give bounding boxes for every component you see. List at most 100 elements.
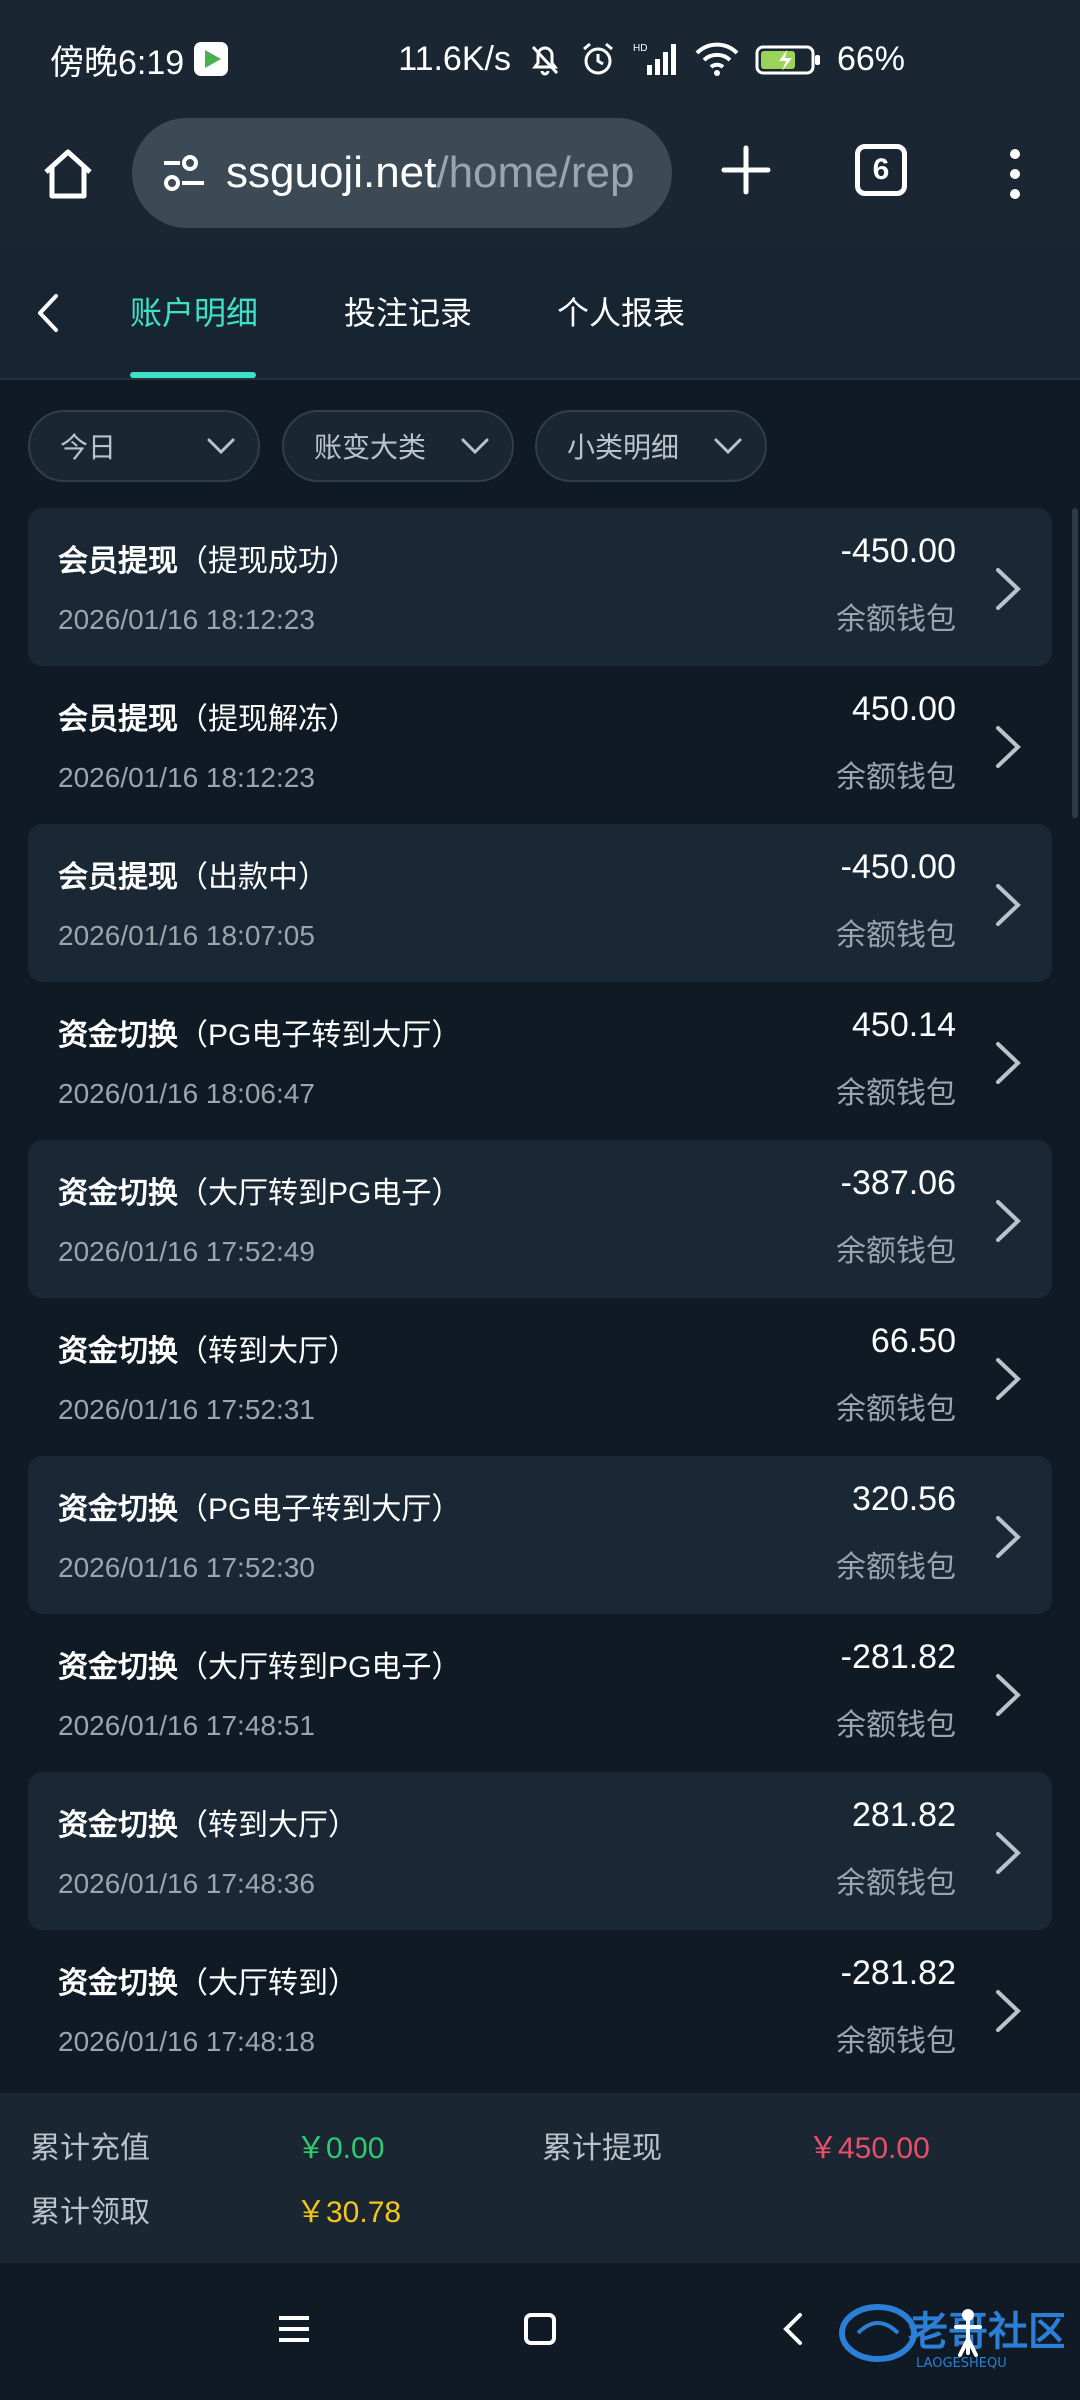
transaction-row[interactable]: 会员提现（提现成功） 2026/01/16 18:12:23 -450.00 余…: [28, 508, 1052, 666]
transaction-list: 会员提现（提现成功） 2026/01/16 18:12:23 -450.00 余…: [0, 508, 1080, 2093]
tab-bet-records[interactable]: 投注记录: [344, 288, 472, 334]
transaction-detail: （转到大厅）: [178, 1809, 358, 1842]
transaction-row[interactable]: 会员提现（出款中） 2026/01/16 18:07:05 -450.00 余额…: [28, 824, 1052, 982]
transaction-category: 资金切换: [58, 1177, 178, 1210]
chevron-down-icon: [714, 438, 742, 455]
transaction-wallet: 余额钱包: [836, 1077, 956, 1110]
transaction-datetime: 2026/01/16 17:48:18: [58, 2026, 315, 2057]
chevron-right-icon: [996, 1042, 1021, 1084]
chevron-right-icon: [996, 568, 1021, 610]
filter-date-label: 今日: [60, 432, 117, 463]
transaction-wallet: 余额钱包: [836, 1867, 956, 1900]
chevron-right-icon: [996, 1200, 1021, 1242]
back-button[interactable]: [28, 288, 68, 338]
transaction-wallet: 余额钱包: [836, 2025, 956, 2058]
transaction-row[interactable]: 资金切换（大厅转到PG电子） 2026/01/16 17:52:49 -387.…: [28, 1140, 1052, 1298]
filter-subcategory[interactable]: 小类明细: [535, 410, 767, 482]
recharge-total-value: ￥0.00: [296, 2132, 385, 2165]
transaction-detail: （PG电子转到大厅）: [178, 1493, 462, 1526]
address-bar[interactable]: ssguoji.net/home/rep: [132, 118, 672, 228]
page-tab-bar: 账户明细 投注记录 个人报表: [0, 248, 1080, 380]
recents-menu-icon[interactable]: [276, 2311, 312, 2347]
transaction-amount: 66.50: [870, 1322, 956, 1360]
home-square-icon[interactable]: [522, 2311, 558, 2347]
battery-level: 66%: [836, 39, 906, 78]
home-button[interactable]: [38, 144, 98, 204]
signal-icon: HD: [633, 41, 679, 77]
url-path: /home/rep: [436, 148, 635, 197]
net-speed: 11.6K/s: [398, 39, 511, 78]
transaction-category: 资金切换: [58, 1493, 178, 1526]
transaction-category: 会员提现: [58, 703, 178, 736]
transaction-row[interactable]: 会员提现（提现解冻） 2026/01/16 18:12:23 450.00 余额…: [28, 666, 1052, 824]
withdraw-total-value: ￥450.00: [808, 2132, 930, 2165]
url-host: ssguoji.net: [226, 148, 437, 197]
battery-icon: [755, 41, 821, 77]
system-nav-bar: 老哥社区 LAOGESHEQU: [0, 2263, 1080, 2400]
transaction-detail: （PG电子转到大厅）: [178, 1019, 462, 1052]
laoge-watermark-logo: 老哥社区 LAOGESHEQU: [839, 2304, 1064, 2371]
transaction-category: 资金切换: [58, 1019, 178, 1052]
mute-bell-icon: [527, 41, 563, 77]
transaction-category: 资金切换: [58, 1967, 178, 2000]
site-settings-icon[interactable]: [160, 151, 208, 195]
tab-personal-report[interactable]: 个人报表: [557, 288, 685, 334]
home-icon: [44, 149, 92, 199]
chevron-down-icon: [207, 438, 235, 455]
transaction-detail: （大厅转到PG电子）: [178, 1177, 462, 1210]
transaction-category: 资金切换: [58, 1809, 178, 1842]
filter-category[interactable]: 账变大类: [282, 410, 514, 482]
transaction-datetime: 2026/01/16 18:06:47: [58, 1078, 315, 1109]
chevron-right-icon: [996, 726, 1021, 768]
active-tab-indicator: [130, 372, 256, 378]
transaction-amount: 450.00: [852, 690, 956, 728]
transaction-datetime: 2026/01/16 18:12:23: [58, 604, 315, 635]
transaction-category: 会员提现: [58, 545, 178, 578]
transaction-amount: -450.00: [840, 532, 956, 570]
transaction-amount: -281.82: [840, 1638, 956, 1676]
svg-text:LAOGESHEQU: LAOGESHEQU: [916, 2356, 1007, 2371]
chevron-right-icon: [996, 1358, 1021, 1400]
chevron-right-icon: [996, 1516, 1021, 1558]
transaction-row[interactable]: 资金切换（PG电子转到大厅） 2026/01/16 17:52:30 320.5…: [28, 1456, 1052, 1614]
transaction-datetime: 2026/01/16 17:52:31: [58, 1394, 315, 1425]
transaction-row[interactable]: 资金切换（转到大厅） 2026/01/16 17:48:36 281.82 余额…: [28, 1772, 1052, 1930]
transaction-row[interactable]: 资金切换（PG电子转到大厅） 2026/01/16 18:06:47 450.1…: [28, 982, 1052, 1140]
transaction-wallet: 余额钱包: [836, 1551, 956, 1584]
transaction-wallet: 余额钱包: [836, 1235, 956, 1268]
transaction-row[interactable]: 资金切换（转到大厅） 2026/01/16 17:52:31 66.50 余额钱…: [28, 1298, 1052, 1456]
transaction-amount: 450.14: [852, 1006, 956, 1044]
transaction-detail: （出款中）: [178, 861, 328, 894]
filter-bar: 今日 账变大类 小类明细: [0, 380, 1080, 510]
transaction-detail: （提现成功）: [178, 545, 358, 578]
chevron-right-icon: [996, 1674, 1021, 1716]
claim-total-value: ￥30.78: [296, 2196, 402, 2229]
transaction-amount: 320.56: [852, 1480, 956, 1518]
transaction-category: 会员提现: [58, 861, 178, 894]
more-menu-button[interactable]: [1000, 144, 1030, 204]
filter-date[interactable]: 今日: [28, 410, 260, 482]
transaction-wallet: 余额钱包: [836, 1709, 956, 1742]
svg-text:老哥社区: 老哥社区: [908, 2309, 1064, 2355]
transaction-detail: （大厅转到PG电子）: [178, 1651, 462, 1684]
tab-account-details[interactable]: 账户明细: [130, 288, 258, 334]
transaction-datetime: 2026/01/16 18:12:23: [58, 762, 315, 793]
chevron-right-icon: [996, 884, 1021, 926]
filter-subcategory-label: 小类明细: [567, 432, 680, 463]
new-tab-button[interactable]: [716, 140, 776, 200]
transaction-detail: （转到大厅）: [178, 1335, 358, 1368]
alarm-icon: [579, 40, 617, 78]
claim-total-label: 累计领取: [30, 2196, 150, 2229]
status-time: 傍晚6:19: [50, 43, 185, 82]
scrollbar[interactable]: [1072, 508, 1078, 818]
chevron-right-icon: [996, 1832, 1021, 1874]
transaction-amount: 281.82: [852, 1796, 956, 1834]
back-triangle-icon[interactable]: [778, 2311, 808, 2347]
transaction-datetime: 2026/01/16 17:52:30: [58, 1552, 315, 1583]
transaction-wallet: 余额钱包: [836, 1393, 956, 1426]
tab-switcher-button[interactable]: 6: [855, 144, 907, 196]
kebab-menu-icon: [1010, 149, 1020, 199]
transaction-row[interactable]: 资金切换（大厅转到） 2026/01/16 17:48:18 -281.82 余…: [28, 1930, 1052, 2088]
transaction-row[interactable]: 资金切换（大厅转到PG电子） 2026/01/16 17:48:51 -281.…: [28, 1614, 1052, 1772]
play-store-icon: [194, 42, 229, 76]
